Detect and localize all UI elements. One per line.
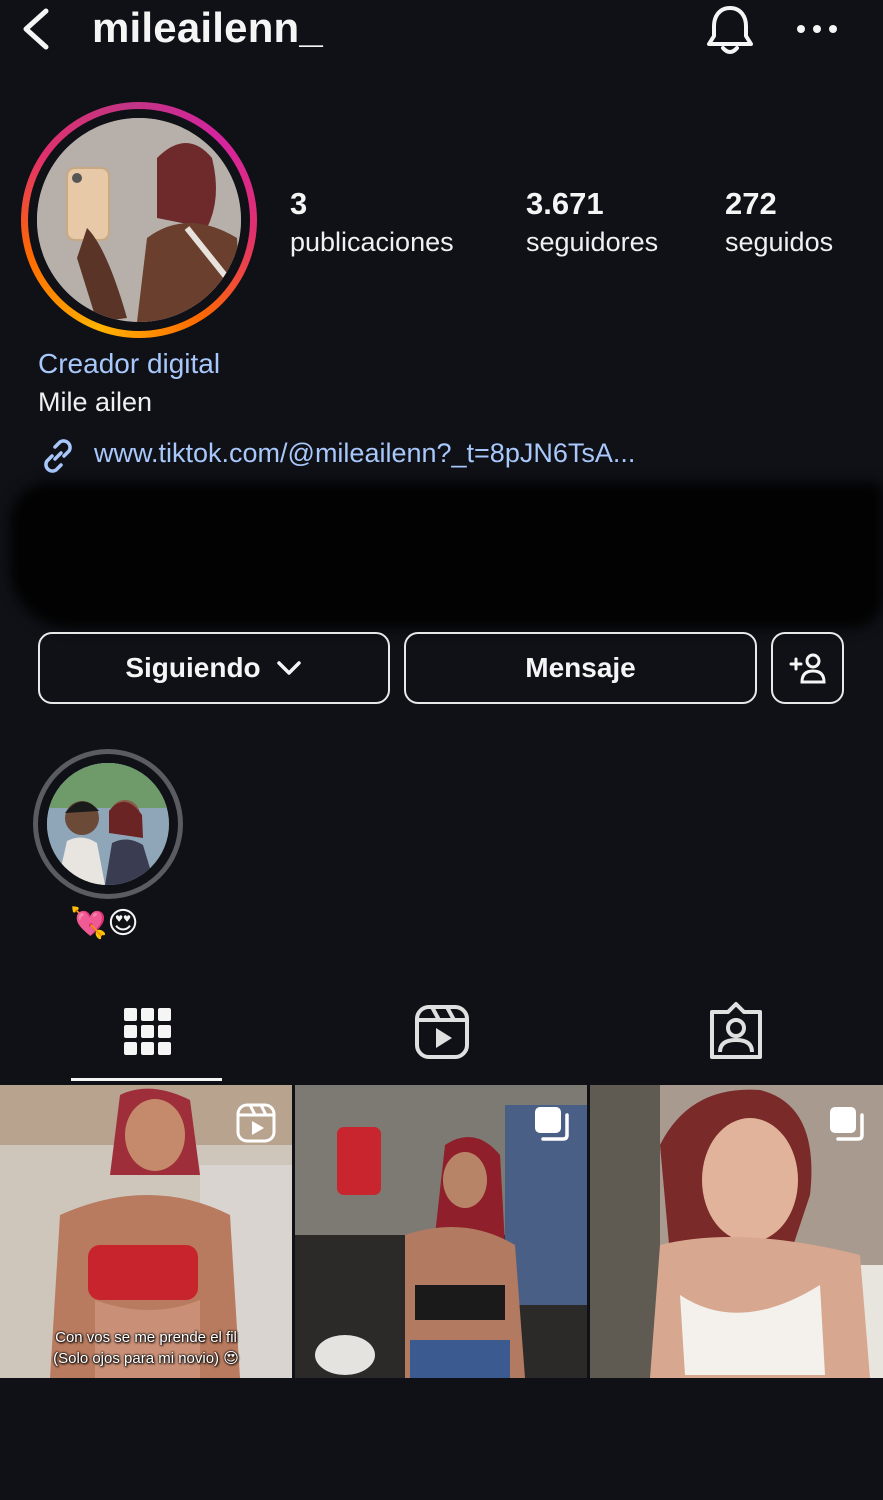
- highlight-cover: [47, 763, 169, 885]
- avatar-image: [37, 118, 241, 322]
- carousel-icon: [830, 1107, 864, 1141]
- carousel-icon: [535, 1107, 569, 1141]
- redacted-bio-block: [10, 482, 883, 628]
- top-bar: mileailenn_: [0, 0, 883, 60]
- tagged-icon[interactable]: [706, 1000, 766, 1062]
- reels-icon[interactable]: [412, 1000, 472, 1062]
- more-horizontal-icon[interactable]: [794, 14, 840, 44]
- reel-icon: [236, 1103, 276, 1143]
- post-caption-line-2: (Solo ojos para mi novio) 😍: [53, 1350, 239, 1367]
- stat-posts-count: 3: [290, 186, 308, 221]
- stat-posts[interactable]: 3 publicaciones: [290, 184, 454, 260]
- stat-followers-count: 3.671: [526, 186, 604, 221]
- message-button[interactable]: Mensaje: [404, 632, 757, 704]
- highlight-image: [47, 763, 169, 885]
- profile-page: mileailenn_ 3 publicaciones 3.671 seguid…: [0, 0, 883, 1500]
- following-button-label: Siguiendo: [125, 652, 261, 683]
- post-caption-line-1: Con vos se me prende el fil: [55, 1329, 237, 1346]
- stat-followers-label: seguidores: [526, 227, 659, 257]
- profile-username: mileailenn_: [92, 4, 323, 51]
- stat-followers[interactable]: 3.671 seguidores: [526, 184, 658, 260]
- add-person-icon: [789, 653, 826, 684]
- story-highlight[interactable]: [33, 749, 183, 899]
- post-tile[interactable]: [590, 1085, 883, 1378]
- story-ring[interactable]: [21, 102, 257, 338]
- chevron-down-icon: [276, 661, 301, 675]
- message-button-label: Mensaje: [525, 652, 636, 683]
- highlight-label: 💘😍: [70, 907, 139, 940]
- avatar[interactable]: [37, 118, 241, 322]
- post-tile[interactable]: Con vos se me prende el fil (Solo ojos p…: [0, 1085, 292, 1378]
- profile-category[interactable]: Creador digital: [38, 348, 220, 380]
- stat-following[interactable]: 272 seguidos: [725, 184, 833, 260]
- bell-icon[interactable]: [704, 2, 756, 58]
- following-button[interactable]: Siguiendo: [38, 632, 390, 704]
- stat-following-label: seguidos: [725, 227, 834, 257]
- suggested-accounts-button[interactable]: [771, 632, 844, 704]
- stat-posts-label: publicaciones: [290, 227, 454, 257]
- profile-full-name: Mile ailen: [38, 387, 153, 417]
- grid-icon[interactable]: [118, 1000, 178, 1062]
- active-tab-indicator: [71, 1078, 222, 1081]
- link-icon: [44, 439, 72, 473]
- profile-link[interactable]: www.tiktok.com/@mileailenn?_t=8pJN6TsA..…: [94, 438, 635, 469]
- stat-following-count: 272: [725, 186, 777, 221]
- chevron-left-icon[interactable]: [18, 6, 54, 52]
- post-tile[interactable]: [295, 1085, 587, 1378]
